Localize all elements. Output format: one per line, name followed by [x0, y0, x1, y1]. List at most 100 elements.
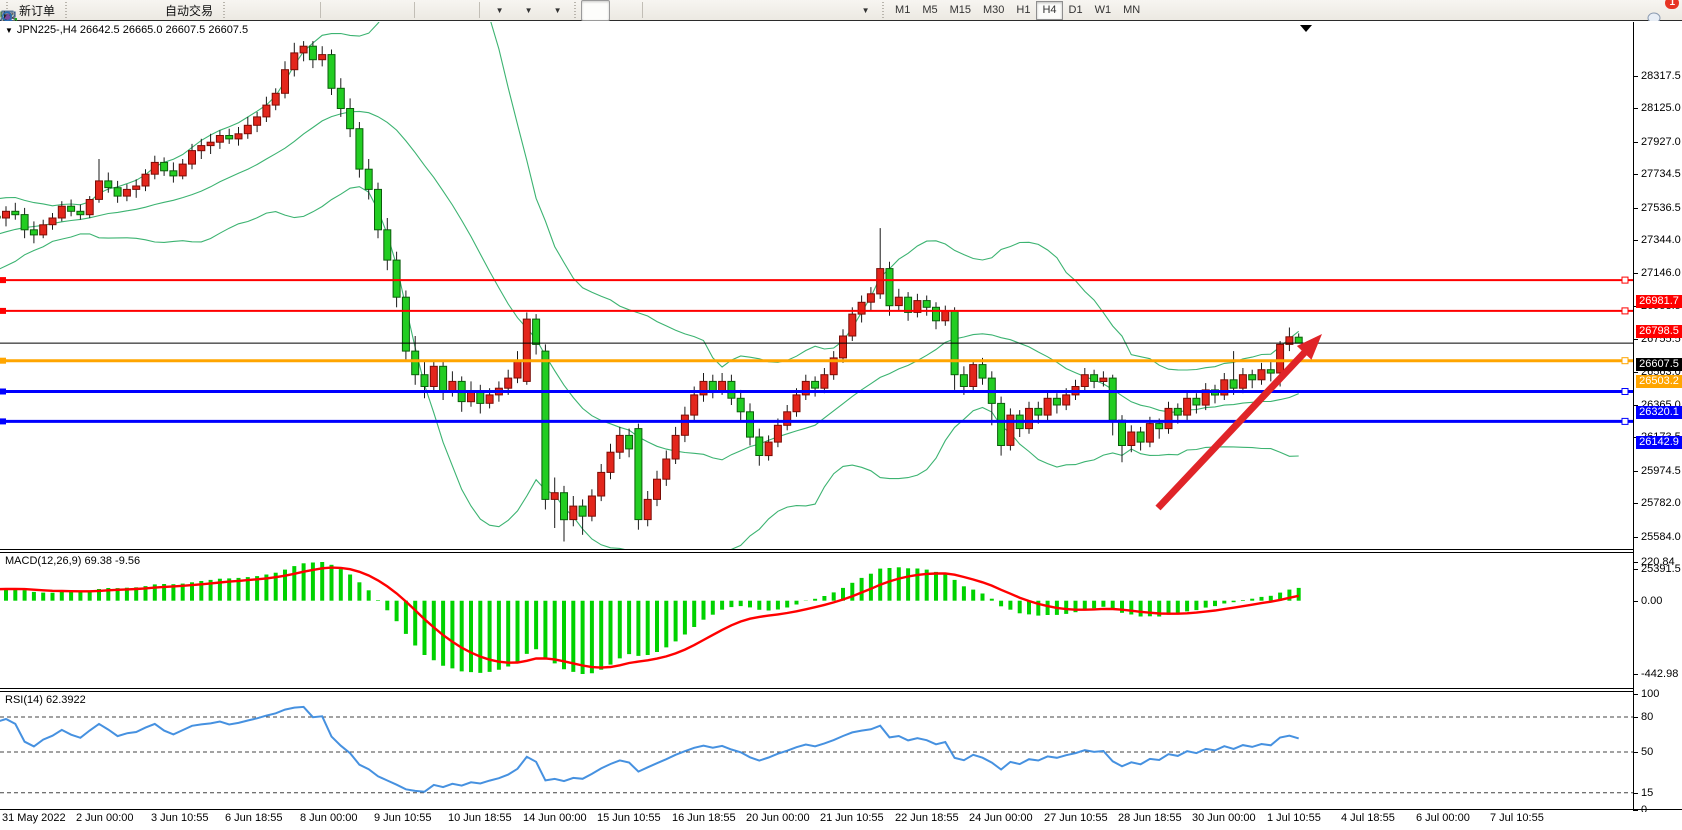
- crosshair-button[interactable]: [610, 0, 639, 21]
- time-axis-label: 9 Jun 10:55: [374, 812, 432, 824]
- price-tick: [1633, 339, 1638, 340]
- candle-bullish: [607, 452, 614, 472]
- price-line-tag-26798.5: 26798.5: [1636, 325, 1682, 338]
- timeframe-button-h1[interactable]: H1: [1010, 1, 1036, 20]
- tile-windows-button[interactable]: [382, 0, 411, 21]
- price-tick: [1633, 471, 1638, 472]
- indicators-button[interactable]: ▼: [483, 0, 512, 21]
- time-axis-label: 30 Jun 00:00: [1192, 812, 1256, 824]
- bar-chart-button[interactable]: [230, 0, 259, 21]
- zoom-in-button[interactable]: [324, 0, 353, 21]
- data-window-button[interactable]: [101, 0, 130, 21]
- line-anchor[interactable]: [0, 389, 6, 395]
- collapse-arrow-icon[interactable]: ▼: [5, 26, 13, 35]
- time-axis[interactable]: 31 May 20222 Jun 00:003 Jun 10:556 Jun 1…: [0, 812, 1682, 830]
- price-chart[interactable]: [0, 22, 1633, 549]
- timeframe-button-m30[interactable]: M30: [977, 1, 1010, 20]
- price-tick: [1633, 537, 1638, 538]
- auto-scroll-button[interactable]: [418, 0, 447, 21]
- candle-bullish: [430, 366, 437, 386]
- arrows-button[interactable]: ▼: [849, 0, 878, 21]
- vertical-line-button[interactable]: [646, 0, 675, 21]
- line-anchor[interactable]: [1622, 389, 1628, 395]
- candle-bullish: [570, 506, 577, 519]
- line-anchor[interactable]: [1622, 418, 1628, 424]
- zoom-out-button[interactable]: [353, 0, 382, 21]
- time-axis-label: 8 Jun 00:00: [300, 812, 358, 824]
- time-axis-label: 16 Jun 18:55: [672, 812, 736, 824]
- candle-bearish: [747, 412, 754, 437]
- candle-bullish: [96, 181, 103, 200]
- new-order-button[interactable]: 新订单: [13, 0, 61, 21]
- timeframe-button-m1[interactable]: M1: [889, 1, 916, 20]
- candle-bearish: [1295, 337, 1302, 343]
- time-axis-label: 2 Jun 00:00: [76, 812, 134, 824]
- text-label-button[interactable]: T: [820, 0, 849, 21]
- line-anchor[interactable]: [1622, 308, 1628, 314]
- candle-bullish: [765, 442, 772, 456]
- price-tick-label: 28317.5: [1641, 70, 1681, 82]
- chart-area[interactable]: ▼ JPN225-,H4 26642.5 26665.0 26607.5 266…: [0, 21, 1682, 830]
- timeframe-button-w1[interactable]: W1: [1089, 1, 1118, 20]
- candle-bearish: [337, 88, 344, 108]
- candle-bullish: [486, 395, 493, 403]
- rsi-tick: [1633, 810, 1638, 811]
- macd-tick-label: -442.98: [1641, 668, 1678, 680]
- time-axis-label: 4 Jul 18:55: [1341, 812, 1395, 824]
- line-chart-button[interactable]: [288, 0, 317, 21]
- timeframe-button-mn[interactable]: MN: [1117, 1, 1146, 20]
- time-axis-label: 10 Jun 18:55: [448, 812, 512, 824]
- toolbar-separator: [414, 2, 415, 18]
- candle-bullish: [1184, 398, 1191, 415]
- candle-bearish: [105, 181, 112, 188]
- panel-separator[interactable]: [0, 549, 1633, 550]
- candle-bullish: [142, 174, 149, 186]
- candle-bearish: [1053, 398, 1060, 405]
- line-anchor[interactable]: [0, 358, 6, 364]
- signal-button[interactable]: [130, 0, 159, 21]
- candle-bullish: [300, 46, 307, 53]
- autotrading-button[interactable]: 自动交易: [159, 0, 219, 21]
- timeframe-button-d1[interactable]: D1: [1063, 1, 1089, 20]
- line-anchor[interactable]: [0, 308, 6, 314]
- rsi-tick: [1633, 694, 1638, 695]
- equidistant-channel-button[interactable]: E: [733, 0, 762, 21]
- templates-button[interactable]: ▼: [541, 0, 570, 21]
- candle-bullish: [468, 392, 475, 402]
- search-button[interactable]: [1616, 0, 1645, 21]
- fibonacci-button[interactable]: F: [762, 0, 791, 21]
- line-anchor[interactable]: [1622, 277, 1628, 283]
- timeframe-button-m5[interactable]: M5: [916, 1, 943, 20]
- timeframe-button-m15[interactable]: M15: [944, 1, 977, 20]
- candle-bullish: [691, 395, 698, 415]
- trendline-button[interactable]: [704, 0, 733, 21]
- candle-bullish: [784, 412, 791, 426]
- price-tick-label: 27734.5: [1641, 168, 1681, 180]
- rsi-panel[interactable]: [0, 692, 1633, 808]
- line-anchor[interactable]: [0, 418, 6, 424]
- chat-button[interactable]: 1: [1645, 0, 1674, 21]
- panel-separator[interactable]: [0, 688, 1633, 689]
- price-line-tag-26981.7: 26981.7: [1636, 295, 1682, 308]
- candle-bullish: [523, 319, 530, 381]
- candle-bullish: [207, 142, 214, 145]
- chart-shift-button[interactable]: [447, 0, 476, 21]
- text-button[interactable]: A: [791, 0, 820, 21]
- price-tick: [1633, 208, 1638, 209]
- candle-bearish: [579, 506, 586, 516]
- line-anchor[interactable]: [1622, 358, 1628, 364]
- cursor-button[interactable]: [581, 0, 610, 21]
- toolbar-grip: [573, 2, 578, 18]
- candlestick-chart-button[interactable]: [259, 0, 288, 21]
- line-anchor[interactable]: [0, 277, 6, 283]
- time-axis-label: 21 Jun 10:55: [820, 812, 884, 824]
- horizontal-line-button[interactable]: [675, 0, 704, 21]
- market-watch-button[interactable]: [72, 0, 101, 21]
- candle-bullish: [1044, 398, 1051, 415]
- periods-button[interactable]: ▼: [512, 0, 541, 21]
- candle-bullish: [282, 70, 289, 94]
- candle-bullish: [263, 105, 270, 117]
- trend-arrow-shaft[interactable]: [1158, 350, 1307, 508]
- macd-panel[interactable]: [0, 553, 1633, 688]
- timeframe-button-h4[interactable]: H4: [1036, 1, 1062, 20]
